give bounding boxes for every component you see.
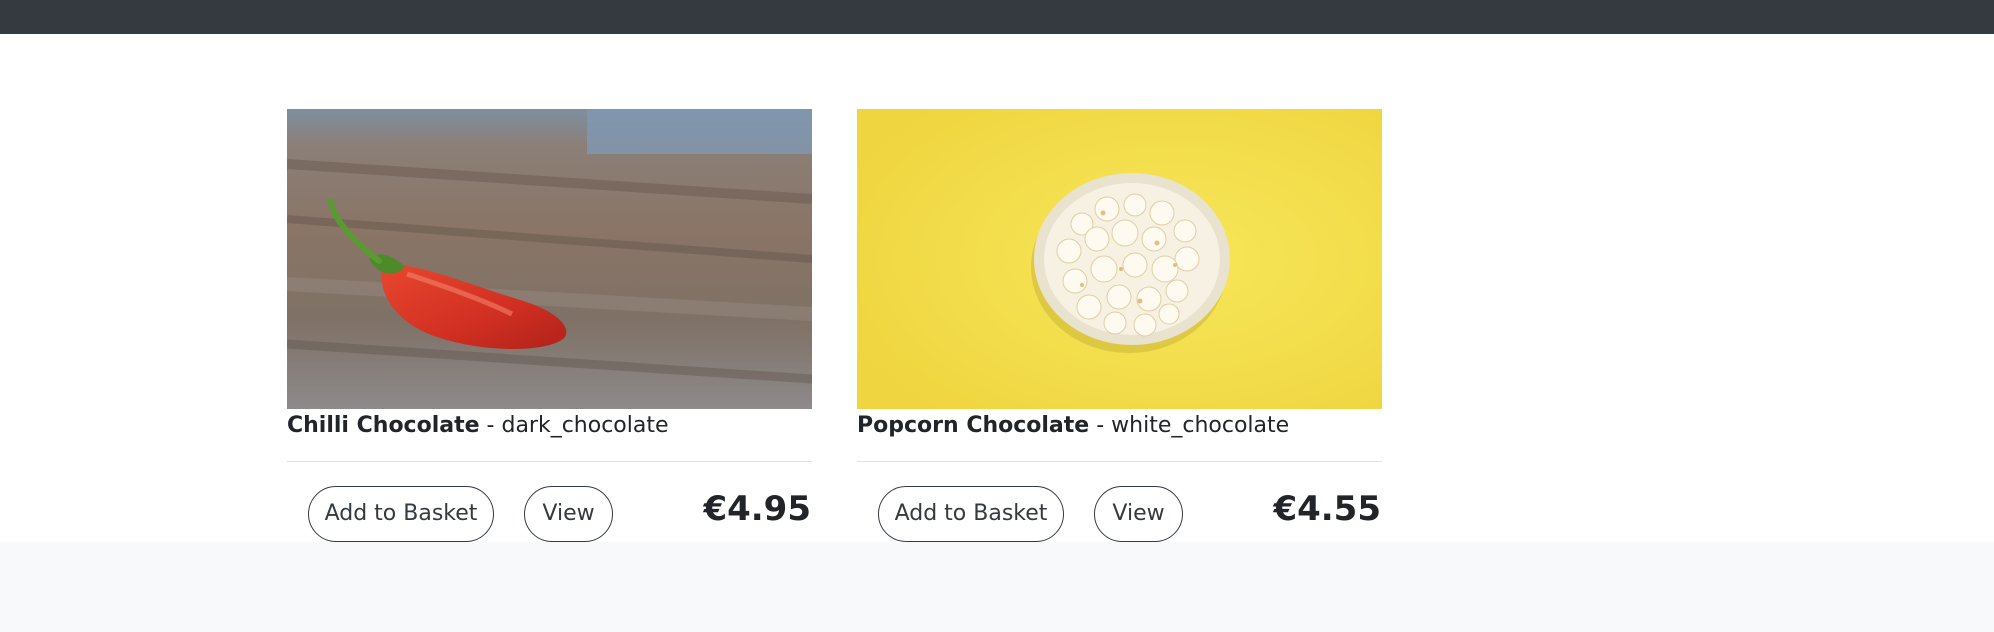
product-category: dark_chocolate [501,413,669,438]
product-price: €4.95 [703,489,811,529]
product-card: Popcorn Chocolate - white_chocolate Add … [857,109,1382,542]
product-image-popcorn[interactable] [857,109,1382,409]
product-price: €4.55 [1273,489,1381,529]
add-to-basket-button[interactable]: Add to Basket [878,486,1064,542]
top-navbar [0,0,1994,34]
product-image-chilli[interactable] [287,109,812,409]
add-to-basket-button[interactable]: Add to Basket [308,486,494,542]
product-title: Popcorn Chocolate - white_chocolate [857,411,1382,441]
product-name: Chilli Chocolate [287,413,480,438]
title-separator: - [479,413,502,438]
product-name: Popcorn Chocolate [857,413,1090,438]
card-actions: Add to Basket View €4.95 [287,462,812,542]
view-button[interactable]: View [1094,486,1183,542]
footer [0,542,1994,632]
product-category: white_chocolate [1111,413,1290,438]
view-button[interactable]: View [524,486,613,542]
product-card: Chilli Chocolate - dark_chocolate Add to… [287,109,812,542]
product-title: Chilli Chocolate - dark_chocolate [287,411,812,441]
card-actions: Add to Basket View €4.55 [857,462,1382,542]
title-separator: - [1089,413,1112,438]
